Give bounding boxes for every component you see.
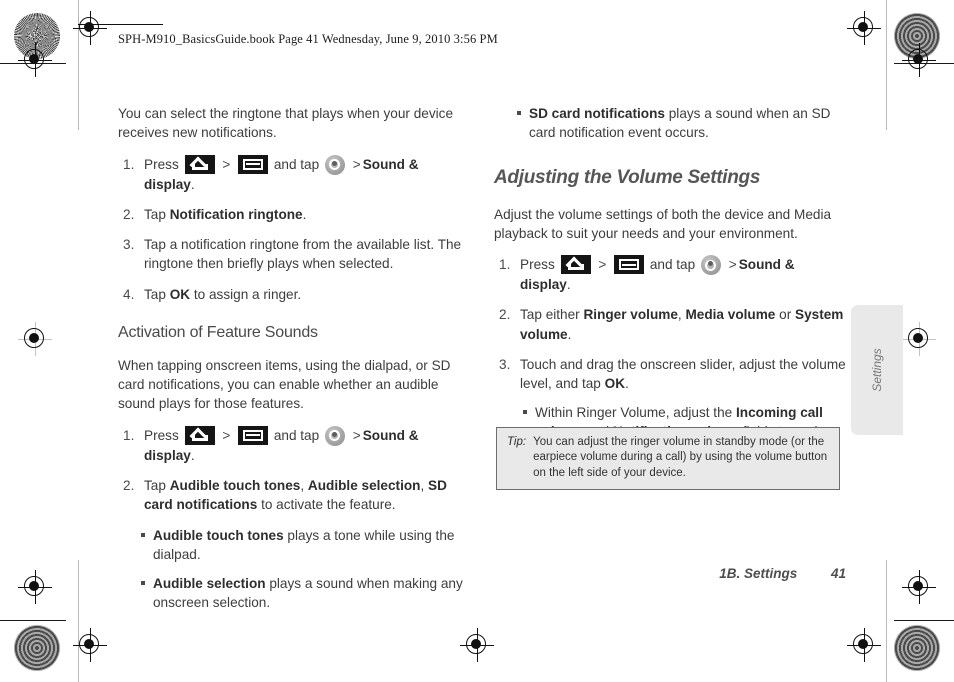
step-sep-b: , bbox=[420, 477, 429, 493]
settings-gear-icon bbox=[700, 255, 721, 276]
step-text-and-tap: and tap bbox=[273, 156, 320, 172]
step-sep-a: , bbox=[300, 477, 308, 493]
chevron-icon: > bbox=[222, 156, 231, 172]
step-text-post: . bbox=[567, 326, 572, 342]
registration-mark-right-upper bbox=[902, 43, 936, 77]
registration-mark-bottom-left bbox=[73, 628, 107, 662]
bullet-bold-term: Audible selection bbox=[153, 576, 266, 592]
trim-line-left-lower bbox=[78, 560, 79, 682]
footer-chapter-title: 1B. Settings bbox=[719, 566, 798, 581]
registration-mark-left-lower bbox=[18, 570, 52, 604]
registration-mark-right-middle bbox=[902, 322, 936, 356]
chapter-heading-adjusting-the-volume-settings: Adjusting the Volume Settings bbox=[494, 166, 761, 188]
bullet-text-pre: Within Ringer Volume, adjust the bbox=[535, 404, 736, 420]
step-bold-audible-touch-tones: Audible touch tones bbox=[169, 477, 301, 493]
step-text-press: Press bbox=[144, 427, 179, 443]
trim-line-right bbox=[886, 0, 887, 130]
section-intro-paragraph: When tapping onscreen items, using the d… bbox=[118, 357, 451, 412]
step-text-pre: Tap either bbox=[520, 307, 584, 323]
home-key-icon bbox=[560, 255, 591, 275]
settings-gear-icon bbox=[324, 154, 345, 175]
tip-callout-box: Tip: You can adjust the ringer volume in… bbox=[496, 427, 840, 491]
left-intro-paragraph: You can select the ringtone that plays w… bbox=[118, 106, 454, 141]
trim-line-right-lower bbox=[886, 560, 887, 682]
page-footer: 1B. Settings 41 bbox=[494, 566, 846, 581]
step-bold-media-volume: Media volume bbox=[685, 307, 776, 323]
step-text-post: to activate the feature. bbox=[257, 497, 396, 513]
right-intro-paragraph: Adjust the volume settings of both the d… bbox=[494, 206, 832, 241]
feature-sounds-bullets: Audible touch tones plays a tone while u… bbox=[140, 526, 470, 613]
step-tap-volume-type: Tap either Ringer volume, Media volume o… bbox=[494, 305, 846, 344]
bullet-bold-term: SD card notifications bbox=[529, 106, 665, 121]
step-bold-ringer-volume: Ringer volume bbox=[583, 307, 678, 323]
step-text-and-tap: and tap bbox=[273, 427, 320, 443]
step-bold-ok: OK bbox=[169, 286, 191, 302]
home-key-icon bbox=[184, 154, 215, 174]
chevron-icon-2: > bbox=[352, 156, 361, 172]
trim-rule-bottom-left bbox=[0, 620, 66, 621]
chevron-icon-2: > bbox=[352, 427, 361, 443]
registration-mark-top-left bbox=[73, 11, 107, 45]
registration-mark-left-upper bbox=[18, 43, 52, 77]
step-period: . bbox=[190, 176, 195, 192]
trim-rule-bottom-right bbox=[894, 620, 954, 621]
step-text-pre: Tap bbox=[144, 477, 170, 493]
registration-mark-right-lower bbox=[902, 570, 936, 604]
step-tap-ok-assign-ringer: Tap OK to assign a ringer. bbox=[118, 285, 470, 305]
texture-mark-bottom-left bbox=[14, 625, 60, 671]
step-press-home-menu-settings: Press > and tap > Sound & display. bbox=[118, 154, 470, 194]
chevron-icon-2: > bbox=[728, 257, 737, 273]
step-text-post: . bbox=[302, 206, 307, 222]
registration-mark-bottom-right bbox=[847, 628, 881, 662]
step-text-and-tap: and tap bbox=[649, 257, 696, 273]
menu-key-icon bbox=[238, 425, 269, 445]
notification-ringtone-steps: Press > and tap > Sound & display. Tap No… bbox=[118, 154, 470, 305]
tip-text: You can adjust the ringer volume in stan… bbox=[533, 436, 828, 479]
step-text-post: to assign a ringer. bbox=[190, 286, 302, 302]
step-bold-ok: OK bbox=[604, 376, 626, 392]
bullet-bold-term: Audible touch tones bbox=[153, 527, 284, 543]
feature-sounds-steps: Press > and tap > Sound & display. Tap Au… bbox=[118, 425, 470, 515]
step-text-pre: Touch and drag the onscreen slider, adju… bbox=[520, 357, 846, 392]
step-text-press: Press bbox=[520, 257, 555, 273]
step-press-home-menu-settings-3: Press > and tap > Sound & display. bbox=[494, 255, 846, 294]
tip-label: Tip: bbox=[507, 436, 527, 448]
home-key-icon bbox=[184, 425, 215, 445]
bullet-audible-touch-tones: Audible touch tones plays a tone while u… bbox=[140, 526, 470, 565]
step-tap-ringtone-from-list: Tap a notification ringtone from the ava… bbox=[123, 235, 462, 272]
left-column: You can select the ringtone that plays w… bbox=[118, 104, 470, 623]
step-text-pre: Tap bbox=[144, 286, 170, 302]
texture-mark-bottom-right bbox=[894, 625, 940, 671]
step-text-pre: Tap bbox=[144, 206, 170, 222]
step-period: . bbox=[190, 447, 195, 463]
step-tap-audible-options: Tap Audible touch tones, Audible selecti… bbox=[118, 476, 470, 515]
step-bold-notification-ringtone: Notification ringtone bbox=[169, 206, 303, 222]
step-text-post: . bbox=[625, 376, 629, 392]
running-head: SPH-M910_BasicsGuide.book Page 41 Wednes… bbox=[118, 32, 498, 46]
thumb-tab-settings: Settings bbox=[851, 305, 903, 435]
menu-key-icon bbox=[614, 255, 645, 275]
menu-key-icon bbox=[238, 154, 269, 174]
step-tap-notification-ringtone: Tap Notification ringtone. bbox=[118, 205, 470, 225]
registration-mark-left-middle bbox=[18, 322, 52, 356]
settings-gear-icon bbox=[324, 425, 345, 446]
registration-mark-top-right bbox=[847, 11, 881, 45]
step-press-home-menu-settings-2: Press > and tap > Sound & display. bbox=[118, 425, 470, 465]
footer-page-number: 41 bbox=[830, 566, 846, 581]
thumb-tab-label: Settings bbox=[870, 348, 884, 392]
right-column: SD card notifications plays a sound when… bbox=[494, 104, 846, 472]
chevron-icon: > bbox=[598, 257, 607, 273]
bullet-audible-selection: Audible selection plays a sound when mak… bbox=[140, 574, 470, 613]
bullet-sd-card-notifications: SD card notifications plays a sound when… bbox=[516, 104, 846, 143]
registration-mark-bottom-center bbox=[460, 628, 494, 662]
step-sep-b: or bbox=[775, 307, 796, 323]
section-heading-activation-of-feature-sounds: Activation of Feature Sounds bbox=[118, 324, 318, 342]
step-bold-audible-selection: Audible selection bbox=[307, 477, 421, 493]
step-period: . bbox=[566, 277, 571, 293]
chevron-icon: > bbox=[222, 427, 231, 443]
sd-card-notifications-bullet-list: SD card notifications plays a sound when… bbox=[516, 104, 846, 143]
step-text-press: Press bbox=[144, 156, 179, 172]
